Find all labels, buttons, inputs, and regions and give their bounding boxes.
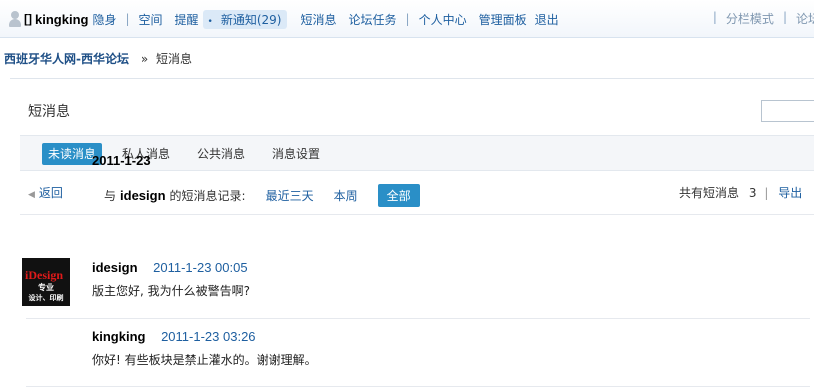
tab-public[interactable]: 公共消息 [191, 143, 251, 165]
message-text: 版主您好, 我为什么被警告啊? [92, 284, 250, 298]
back-label: 返回 [38, 186, 63, 200]
separator: | [782, 10, 787, 24]
forum-link[interactable]: 论坛 [796, 10, 814, 27]
new-notice-link[interactable]: • 新通知(29) [202, 9, 287, 29]
split-mode-link[interactable]: 分栏模式 [726, 10, 774, 27]
space-link[interactable]: 空间 [139, 11, 163, 28]
message-divider [26, 318, 810, 319]
new-notice-label: 新通知(29) [220, 12, 282, 27]
back-arrow-icon: ◀ [28, 190, 35, 200]
breadcrumb: 西班牙华人网-西华论坛 » 短消息 [4, 50, 192, 67]
export-link[interactable]: 导出 [778, 186, 802, 200]
message-filter-bar: ◀ 返回 与 idesign 的短消息记录: 最近三天 本周 全部 共有短消息 3… [20, 171, 814, 215]
view-mode-menu: | 分栏模式 | 论坛 [704, 10, 814, 27]
record-prefix: 与 [104, 189, 117, 203]
breadcrumb-current: 短消息 [155, 52, 192, 66]
message-total: 共有短消息 3 | 导出 [679, 184, 802, 201]
range-this-week[interactable]: 本周 [334, 187, 358, 204]
thread-date: 2011-1-23 [92, 153, 151, 168]
breadcrumb-home-link[interactable]: 西班牙华人网-西华论坛 [4, 52, 129, 66]
message-divider [26, 386, 810, 387]
breadcrumb-arrow: » [140, 52, 149, 66]
message-time: 2011-1-23 00:05 [153, 260, 248, 275]
separator: | [764, 186, 769, 200]
separator: | [405, 12, 410, 26]
username-link[interactable]: kingking [35, 12, 88, 27]
search-input[interactable] [761, 100, 814, 122]
message-text: 你好! 有些板块是禁止灌水的。谢谢理解。 [92, 353, 317, 367]
sender-link[interactable]: idesign [92, 260, 138, 275]
message-header: idesign 2011-1-23 00:05 [92, 260, 248, 275]
profile-center-link[interactable]: 个人中心 [419, 11, 467, 28]
avatar-subcaption: 设计、印刷 [28, 294, 64, 302]
sender-link[interactable]: kingking [92, 329, 145, 344]
avatar-logo-text: iDesign [25, 268, 64, 282]
record-suffix: 的短消息记录: [169, 189, 246, 203]
remind-link[interactable]: 提醒 [175, 11, 199, 28]
message-header: kingking 2011-1-23 03:26 [92, 329, 256, 344]
range-last-three-days[interactable]: 最近三天 [266, 187, 314, 204]
message-time: 2011-1-23 03:26 [161, 329, 256, 344]
avatar-caption: 专业 [38, 283, 54, 292]
total-count: 3 [748, 186, 757, 200]
back-link[interactable]: ◀ 返回 [28, 184, 63, 201]
bullet-icon: • [207, 16, 213, 27]
top-navigation-bar: [] kingking 隐身 | 空间 提醒 • 新通知(29) 短消息 论坛任务… [0, 0, 814, 38]
conversation-user-link[interactable]: idesign [120, 188, 166, 203]
separator: | [712, 10, 717, 24]
logout-link[interactable]: 退出 [535, 11, 559, 28]
short-message-link[interactable]: 短消息 [301, 11, 337, 28]
avatar[interactable]: iDesign 专业 设计、印刷 [22, 258, 70, 306]
user-menu: [] kingking 隐身 | 空间 提醒 • 新通知(29) 短消息 论坛任务… [8, 9, 559, 29]
bracket-text: [] [24, 12, 32, 26]
tab-settings[interactable]: 消息设置 [266, 143, 326, 165]
admin-panel-link[interactable]: 管理面板 [479, 11, 527, 28]
conversation-record: 与 idesign 的短消息记录: 最近三天 本周 全部 [104, 184, 420, 207]
invisible-link[interactable]: 隐身 [92, 11, 116, 28]
user-icon [8, 11, 22, 27]
separator: | [125, 12, 130, 26]
range-all[interactable]: 全部 [377, 184, 420, 207]
page-title: 短消息 [28, 104, 70, 120]
total-label: 共有短消息 [679, 186, 740, 200]
forum-task-link[interactable]: 论坛任务 [349, 11, 397, 28]
